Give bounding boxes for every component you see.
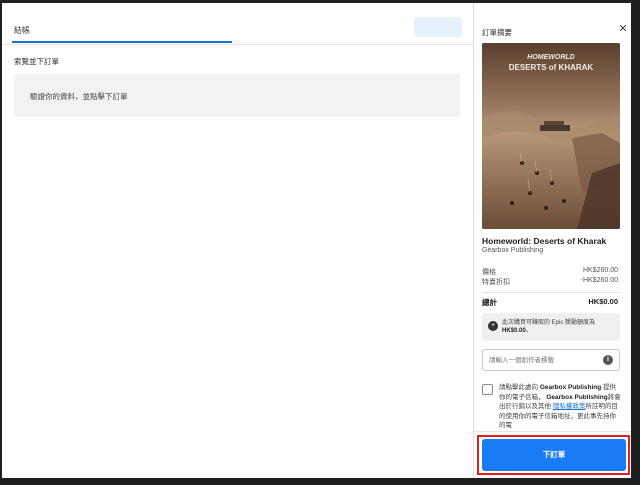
consent-prefix: 請點擊此處向: [499, 384, 538, 391]
consent-company: Gearbox Publishing: [539, 384, 602, 391]
price-row: 價格 HK$260.00: [482, 267, 618, 277]
creator-code-input[interactable]: [489, 354, 597, 366]
order-summary-panel: 訂單摘要 ✕ HOMEWORLD DESERTS of KHARAK Homew…: [473, 3, 631, 478]
game-title: Homeworld: Deserts of Kharak: [482, 236, 607, 246]
faded-button[interactable]: [414, 17, 462, 37]
place-order-button[interactable]: 下訂單: [482, 439, 626, 471]
info-message-text: 驗證你的資料，並點擊下訂單: [30, 92, 128, 101]
discount-row: 特賣折扣 -HK$260.00: [482, 277, 618, 287]
discount-value: -HK$260.00: [580, 277, 618, 284]
email-consent-text: 請點擊此處向 Gearbox Publishing 提供你的電子信箱， Gear…: [499, 383, 621, 431]
checkout-main-panel: 結帳 索覽並下訂單 驗證你的資料，並點擊下訂單: [2, 3, 473, 478]
plus-icon: +: [488, 321, 498, 331]
rewards-amount: HK$0.00: [502, 328, 526, 334]
total-value: HK$0.00: [588, 297, 618, 306]
price-value: HK$260.00: [582, 267, 618, 274]
tab-divider: [2, 44, 473, 45]
publisher-name: Gearbox Publishing: [482, 247, 544, 254]
window-frame-right: [631, 0, 640, 485]
review-order-heading: 索覽並下訂單: [14, 57, 59, 66]
tab-active-indicator: [12, 41, 232, 43]
rewards-suffix: 。: [525, 328, 532, 334]
epic-rewards-box: + 此次購買可賺取的 Epic 獎勵額度為 HK$0.00。: [482, 313, 620, 341]
discount-label: 特賣折扣: [482, 279, 510, 286]
consent-company-2: Gearbox Publishing: [546, 393, 608, 401]
rewards-description: 此次購買可賺取的 Epic 獎勵額度為: [502, 320, 596, 326]
price-label: 價格: [482, 269, 496, 276]
privacy-policy-link[interactable]: 隱私權政策: [553, 403, 586, 410]
total-label: 總計: [482, 298, 497, 307]
tab-checkout[interactable]: 結帳: [14, 25, 30, 36]
total-row: 總計 HK$0.00: [482, 297, 618, 308]
info-message-box: 驗證你的資料，並點擊下訂單: [14, 74, 460, 117]
close-button[interactable]: ✕: [617, 22, 629, 36]
info-icon[interactable]: i: [603, 355, 613, 365]
game-cover-image: HOMEWORLD DESERTS of KHARAK: [482, 43, 620, 229]
creator-code-field[interactable]: i: [482, 349, 620, 371]
window-frame-bottom: [0, 478, 640, 485]
order-summary-title: 訂單摘要: [482, 28, 512, 37]
cover-title-line1: HOMEWORLD: [527, 54, 574, 61]
rewards-text: 此次購買可賺取的 Epic 獎勵額度為 HK$0.00。: [502, 319, 616, 335]
divider: [482, 292, 620, 293]
email-consent-checkbox[interactable]: [482, 384, 493, 395]
cover-title-line2: DESERTS of KHARAK: [509, 63, 594, 72]
